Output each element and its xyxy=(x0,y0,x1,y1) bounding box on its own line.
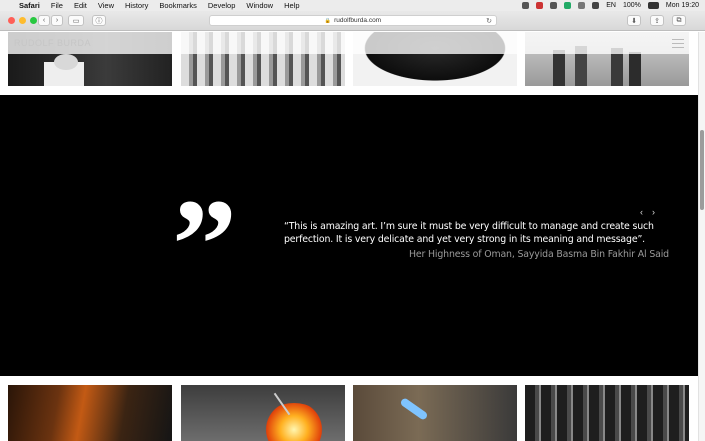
zoom-window-icon[interactable] xyxy=(30,17,37,24)
menu-app-safari[interactable]: Safari xyxy=(19,0,40,11)
cloud-icon[interactable] xyxy=(550,2,558,9)
testimonial-author: Her Highness of Oman, Sayyida Basma Bin … xyxy=(408,249,669,260)
tabs-button[interactable]: ⧉ xyxy=(672,15,686,26)
web-page: RUDOLF BURDA ” ‹ › “This is amazing art.… xyxy=(0,32,698,441)
menu-bookmarks[interactable]: Bookmarks xyxy=(159,0,197,11)
menu-edit[interactable]: Edit xyxy=(74,0,87,11)
gallery-image-glass-fire[interactable] xyxy=(181,385,345,441)
address-bar[interactable]: 🔒 rudolfburda.com ↻ xyxy=(209,15,497,26)
testimonial-quote: “This is amazing art. I’m sure it must b… xyxy=(284,221,654,245)
menu-window[interactable]: Window xyxy=(246,0,273,11)
sync-icon[interactable] xyxy=(564,2,572,9)
app-icon[interactable] xyxy=(536,2,544,9)
clock[interactable]: Mon 19:20 xyxy=(666,2,699,9)
next-testimonial-button[interactable]: › xyxy=(652,207,655,217)
vertical-scrollbar[interactable] xyxy=(698,32,705,441)
url-text: rudolfburda.com xyxy=(334,17,382,24)
menu-help[interactable]: Help xyxy=(284,0,299,11)
status-area: EN 100% Mon 19:20 xyxy=(522,0,699,11)
forward-button[interactable]: › xyxy=(51,15,63,26)
site-header: RUDOLF BURDA xyxy=(0,32,698,54)
close-window-icon[interactable] xyxy=(8,17,15,24)
sidebar-button[interactable]: ▭ xyxy=(68,15,84,26)
gallery-image-workshop[interactable] xyxy=(525,385,689,441)
prev-testimonial-button[interactable]: ‹ xyxy=(640,207,643,217)
flag-label[interactable]: EN xyxy=(606,2,616,9)
site-logo[interactable]: RUDOLF BURDA xyxy=(14,38,91,48)
battery-icon[interactable] xyxy=(647,2,659,9)
menu-view[interactable]: View xyxy=(98,0,114,11)
reload-icon[interactable]: ↻ xyxy=(486,17,492,25)
testimonial-section: ” ‹ › “This is amazing art. I’m sure it … xyxy=(0,95,698,376)
gallery-image-torch[interactable] xyxy=(353,385,517,441)
site-info-button[interactable]: ⓘ xyxy=(92,15,106,26)
minimize-window-icon[interactable] xyxy=(19,17,26,24)
menu-file[interactable]: File xyxy=(51,0,63,11)
gallery-image-furnace[interactable] xyxy=(8,385,172,441)
testimonial-nav: ‹ › xyxy=(640,207,655,217)
browser-toolbar: ‹ › ▭ ⓘ 🔒 rudolfburda.com ↻ ⬇ ⇪ ⧉ xyxy=(0,11,705,31)
share-button[interactable]: ⇪ xyxy=(650,15,664,26)
wifi-icon[interactable] xyxy=(592,2,600,9)
search-icon[interactable] xyxy=(578,2,586,9)
dropbox-icon[interactable] xyxy=(522,2,530,9)
hamburger-menu-icon[interactable] xyxy=(672,39,684,48)
menu-develop[interactable]: Develop xyxy=(208,0,236,11)
quote-mark-icon: ” xyxy=(172,173,237,317)
menu-history[interactable]: History xyxy=(125,0,148,11)
battery-label[interactable]: 100% xyxy=(623,2,641,9)
downloads-button[interactable]: ⬇ xyxy=(627,15,641,26)
lock-icon: 🔒 xyxy=(324,17,332,24)
back-button[interactable]: ‹ xyxy=(38,15,50,26)
scrollbar-thumb[interactable] xyxy=(700,130,704,210)
macos-menubar: Safari File Edit View History Bookmarks … xyxy=(0,0,705,11)
